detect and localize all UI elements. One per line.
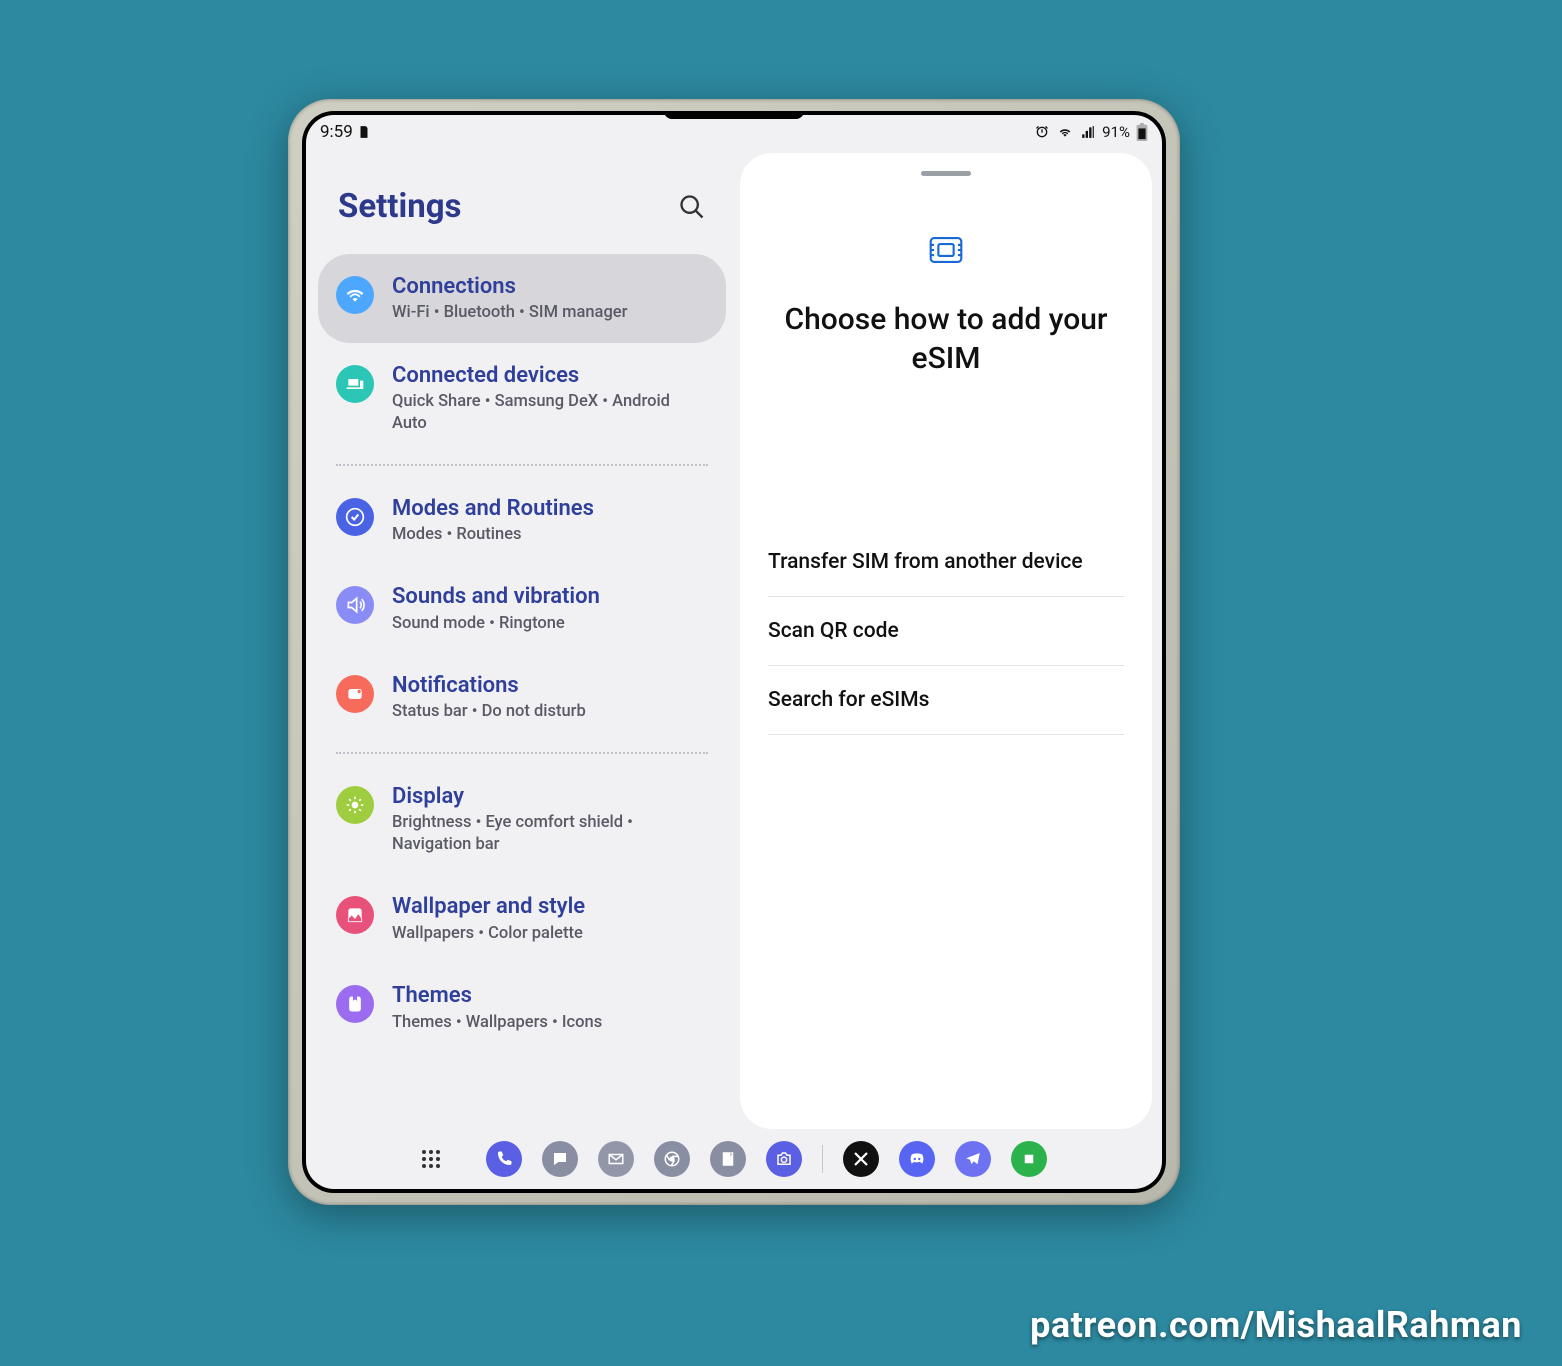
settings-item-subtitle: Wallpapers • Color palette: [392, 923, 585, 945]
settings-item-notifications[interactable]: NotificationsStatus bar • Do not disturb: [318, 653, 726, 742]
dock-app-notes[interactable]: [710, 1141, 746, 1177]
wifi-icon: [336, 276, 374, 314]
settings-item-title: Themes: [392, 983, 602, 1009]
settings-item-connected-devices[interactable]: Connected devicesQuick Share • Samsung D…: [318, 343, 726, 454]
esim-dialog-title: Choose how to add your eSIM: [740, 300, 1152, 378]
drag-handle[interactable]: [921, 171, 971, 176]
clock: 9:59: [320, 122, 353, 142]
hinge-notch: [664, 115, 804, 119]
check-icon: [336, 498, 374, 536]
themes-icon: [336, 985, 374, 1023]
display-icon: [336, 786, 374, 824]
alarm-icon: [1034, 124, 1050, 140]
screen: 9:59 91% Settings: [306, 115, 1162, 1189]
esim-dialog: Choose how to add your eSIM Transfer SIM…: [740, 153, 1152, 1129]
app-drawer-button[interactable]: [422, 1150, 440, 1168]
settings-item-subtitle: Brightness • Eye comfort shield • Naviga…: [392, 812, 704, 857]
settings-item-subtitle: Quick Share • Samsung DeX • Android Auto: [392, 391, 704, 436]
wifi-status-icon: [1056, 125, 1074, 139]
settings-item-subtitle: Modes • Routines: [392, 524, 594, 546]
watermark: patreon.com/MishaalRahman: [1030, 1304, 1522, 1346]
dock-app-discord[interactable]: [899, 1141, 935, 1177]
settings-divider: [336, 464, 708, 466]
dock-app-messages[interactable]: [542, 1141, 578, 1177]
dock-divider: [822, 1145, 823, 1173]
settings-item-subtitle: Sound mode • Ringtone: [392, 613, 600, 635]
dock-app-x[interactable]: [843, 1141, 879, 1177]
esim-option-search-for-esims[interactable]: Search for eSIMs: [768, 666, 1124, 735]
battery-icon: [1136, 123, 1148, 141]
settings-item-subtitle: Wi-Fi • Bluetooth • SIM manager: [392, 302, 627, 324]
taskbar: [306, 1133, 1162, 1189]
settings-items-list: ConnectionsWi-Fi • Bluetooth • SIM manag…: [316, 254, 728, 1052]
esim-option-transfer-sim-from-another-device[interactable]: Transfer SIM from another device: [768, 528, 1124, 597]
settings-item-themes[interactable]: Themes Themes • Wallpapers • Icons: [318, 963, 726, 1052]
settings-item-subtitle: Status bar • Do not disturb: [392, 701, 586, 723]
settings-item-modes-and-routines[interactable]: Modes and RoutinesModes • Routines: [318, 476, 726, 565]
battery-percent: 91%: [1102, 123, 1130, 141]
settings-item-title: Notifications: [392, 673, 586, 699]
settings-item-title: Modes and Routines: [392, 496, 594, 522]
settings-item-subtitle: Themes • Wallpapers • Icons: [392, 1012, 602, 1034]
settings-title: Settings: [338, 187, 462, 226]
status-bar: 9:59 91%: [306, 115, 1162, 149]
dock-app-chrome[interactable]: [654, 1141, 690, 1177]
dock-app-camera[interactable]: [766, 1141, 802, 1177]
esim-options-list: Transfer SIM from another deviceScan QR …: [740, 528, 1152, 735]
notif-icon: [336, 675, 374, 713]
signal-status-icon: [1080, 125, 1096, 139]
esim-chip-icon: [929, 236, 963, 264]
devices-icon: [336, 365, 374, 403]
dock-app-phone[interactable]: [486, 1141, 522, 1177]
settings-item-title: Connected devices: [392, 363, 704, 389]
dock-app-telegram[interactable]: [955, 1141, 991, 1177]
settings-left-pane[interactable]: Settings ConnectionsWi-Fi • Bluetooth • …: [306, 149, 738, 1133]
dock-app-feedly[interactable]: [1003, 1134, 1054, 1185]
settings-item-sounds-and-vibration[interactable]: Sounds and vibration Sound mode • Rington…: [318, 564, 726, 653]
dock-app-gmail[interactable]: [598, 1141, 634, 1177]
settings-item-connections[interactable]: ConnectionsWi-Fi • Bluetooth • SIM manag…: [318, 254, 726, 343]
search-icon[interactable]: [678, 193, 706, 221]
settings-item-title: Display: [392, 784, 704, 810]
settings-item-title: Wallpaper and style: [392, 894, 585, 920]
settings-divider: [336, 752, 708, 754]
settings-item-wallpaper-and-style[interactable]: Wallpaper and style Wallpapers • Color pa…: [318, 874, 726, 963]
sound-icon: [336, 586, 374, 624]
settings-item-title: Sounds and vibration: [392, 584, 600, 610]
esim-option-scan-qr-code[interactable]: Scan QR code: [768, 597, 1124, 666]
settings-item-display[interactable]: DisplayBrightness • Eye comfort shield •…: [318, 764, 726, 875]
settings-item-title: Connections: [392, 274, 627, 300]
sim-status-icon: [357, 124, 371, 140]
device-frame: 9:59 91% Settings: [288, 99, 1180, 1205]
device-bezel: 9:59 91% Settings: [302, 111, 1166, 1193]
wallpaper-icon: [336, 896, 374, 934]
